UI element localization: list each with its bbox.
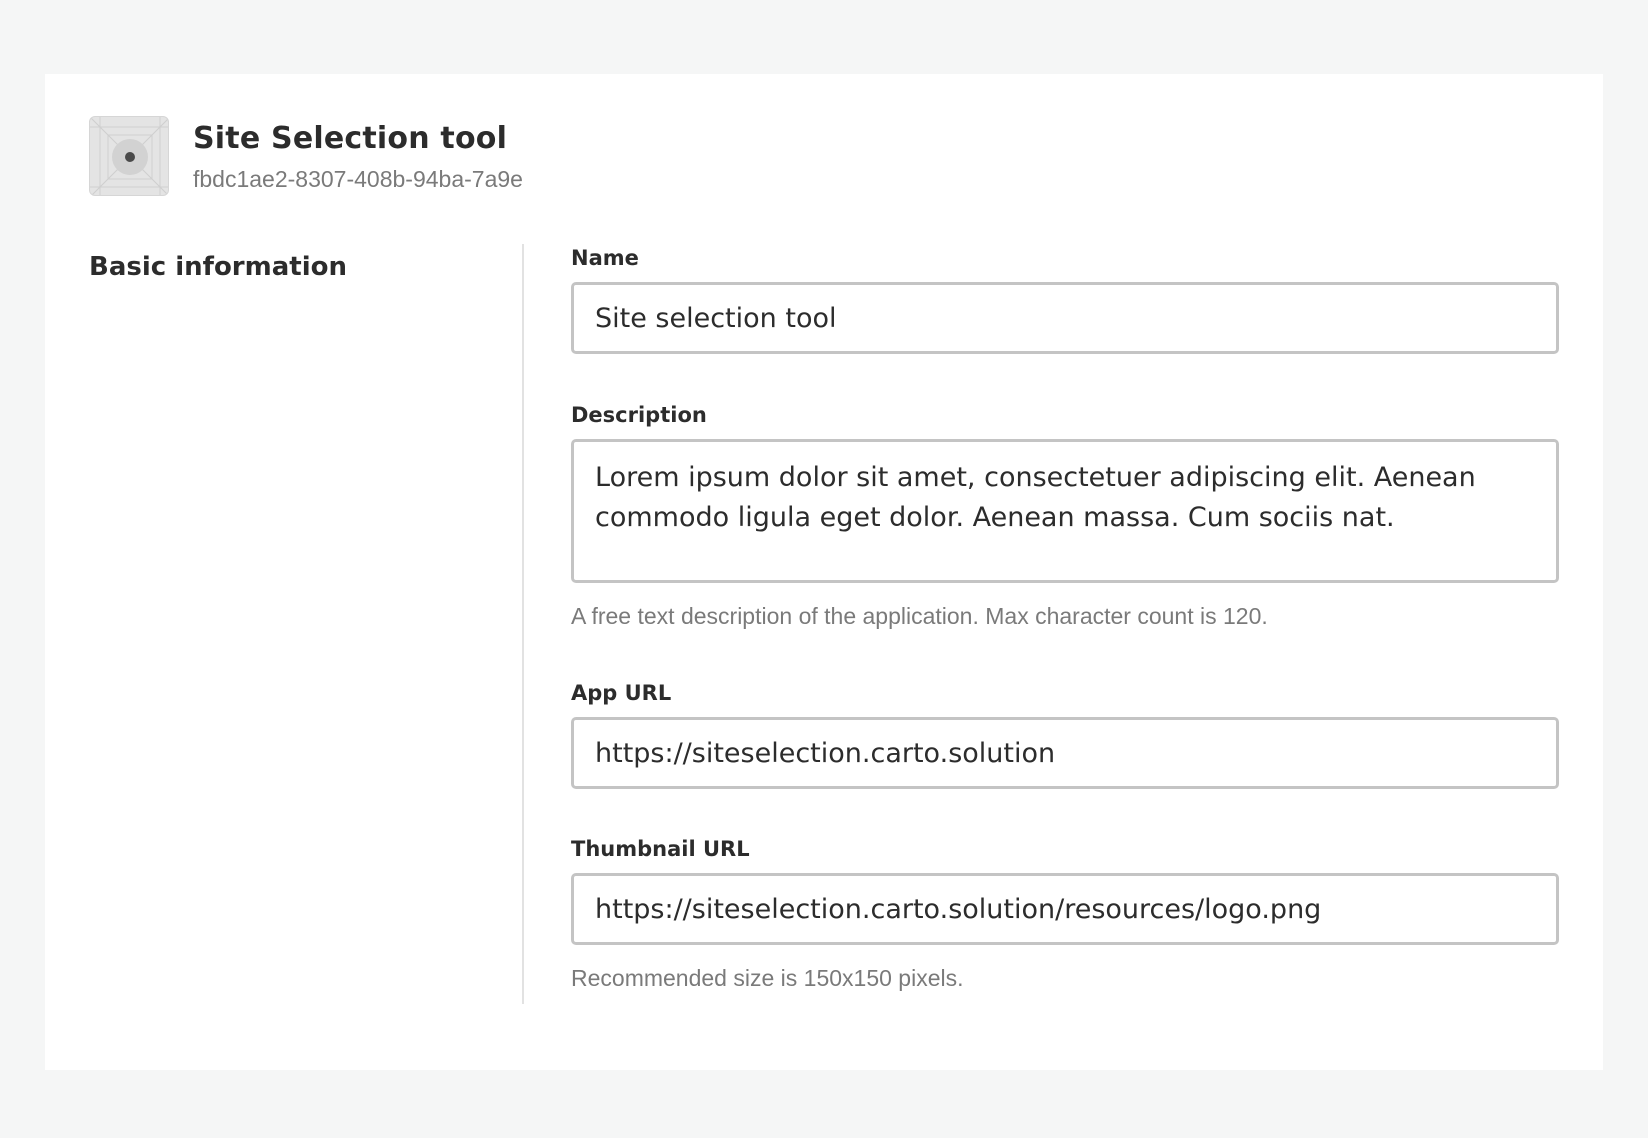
app-header: Site Selection tool fbdc1ae2-8307-408b-9… [89,116,523,196]
name-input[interactable] [571,282,1559,354]
thumbnail-url-helper-text: Recommended size is 150x150 pixels. [571,965,964,991]
app-settings-card: Site Selection tool fbdc1ae2-8307-408b-9… [45,74,1603,1070]
description-label: Description [571,403,707,427]
app-url-field: App URL [571,679,1559,789]
app-url-input[interactable] [571,717,1559,789]
section-divider [522,244,524,1004]
name-field: Name [571,244,1559,354]
placeholder-image-icon [89,116,169,196]
app-header-text: Site Selection tool fbdc1ae2-8307-408b-9… [193,120,523,194]
thumbnail-url-input[interactable] [571,873,1559,945]
basic-information-form: Name Description Lorem ipsum dolor sit a… [571,244,1559,993]
section-title: Basic information [89,252,347,282]
app-title: Site Selection tool [193,121,508,156]
app-url-label: App URL [571,681,672,705]
name-label: Name [571,246,639,270]
description-field: Description Lorem ipsum dolor sit amet, … [571,401,1559,631]
app-id: fbdc1ae2-8307-408b-94ba-7a9e [193,166,523,192]
description-helper-text: A free text description of the applicati… [571,603,1268,629]
thumbnail-url-label: Thumbnail URL [571,837,750,861]
description-textarea[interactable]: Lorem ipsum dolor sit amet, consectetuer… [571,439,1559,583]
thumbnail-url-field: Thumbnail URL Recommended size is 150x15… [571,835,1559,993]
